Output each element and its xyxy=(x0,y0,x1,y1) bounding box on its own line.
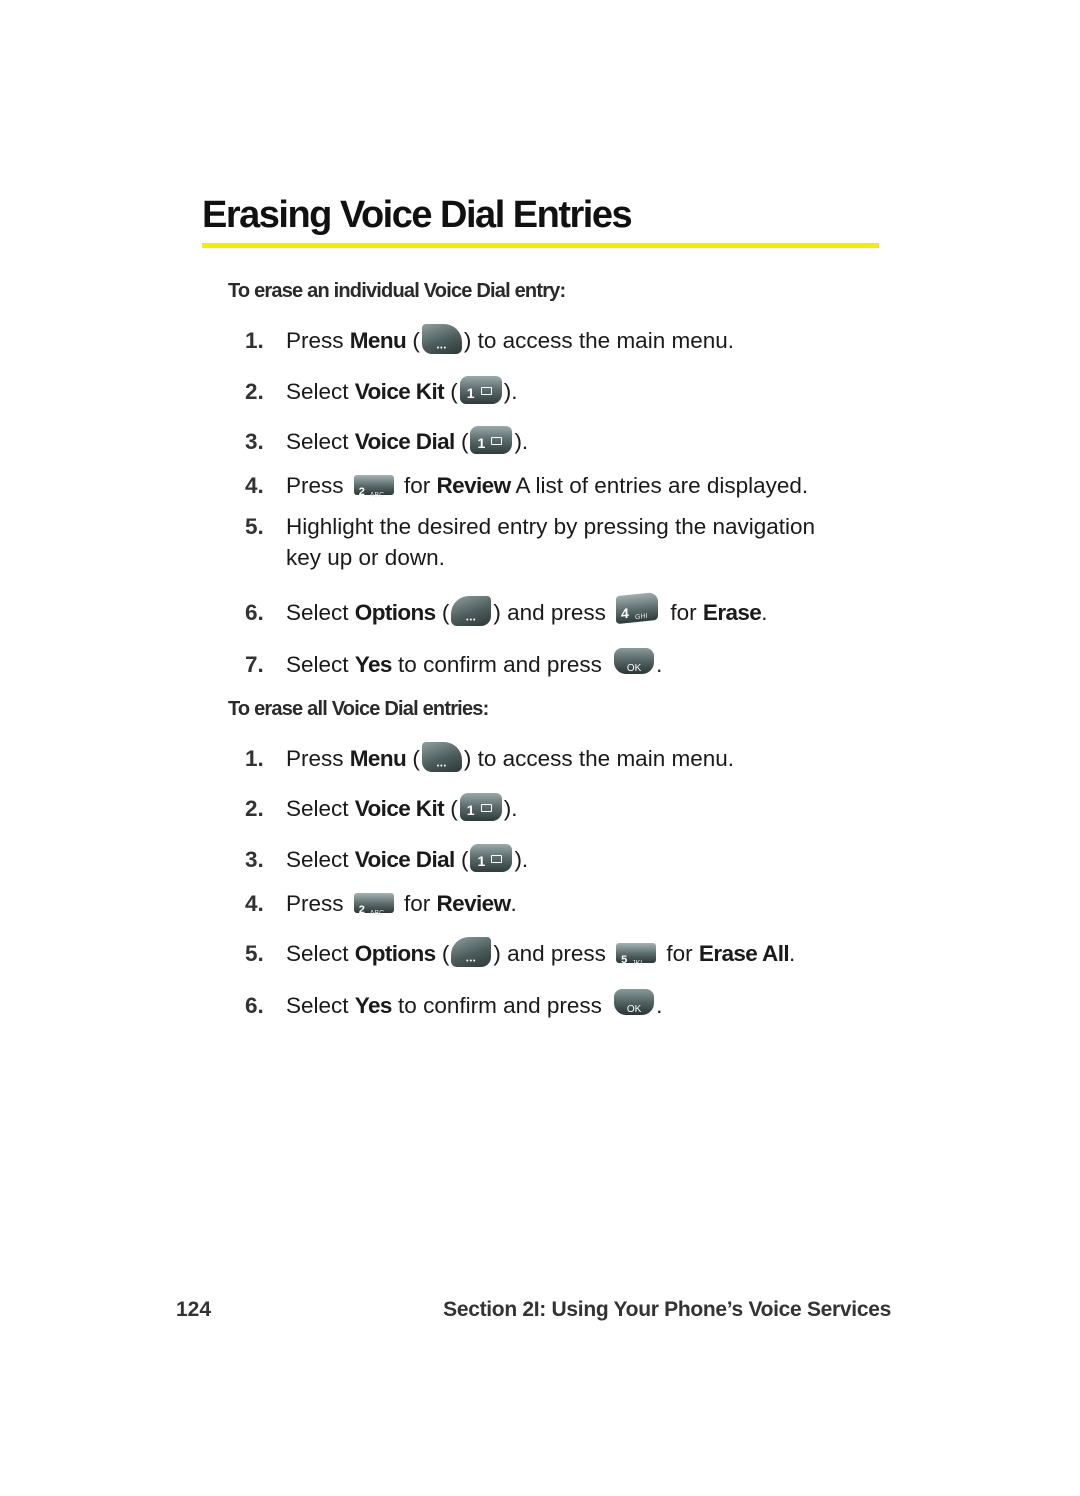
step-6-individual: 6.Select Options () and press 4GHI for E… xyxy=(245,591,768,636)
step-3-all: 3. Select Voice Dial (1). xyxy=(245,844,528,875)
step-5-individual: 5. Highlight the desired entry by pressin… xyxy=(245,514,816,570)
step-3-individual: 3. Select Voice Dial (1). xyxy=(245,426,528,457)
2abc-key-icon: 2 ABC xyxy=(353,475,394,499)
options-soft-key-icon xyxy=(451,596,492,636)
4ghi-key-icon: 4 GHI xyxy=(616,591,659,625)
menu-soft-key-icon xyxy=(421,324,462,364)
title-underline xyxy=(202,243,879,248)
envelope-icon xyxy=(491,855,503,864)
ok-key-icon: OK xyxy=(614,648,655,675)
step-1-all: 1.Press Menu () to access the main menu. xyxy=(245,742,734,782)
ok-key-icon: OK xyxy=(614,989,655,1016)
options-soft-key-icon xyxy=(451,937,492,977)
step-4-all: 4. Press 2 ABC for Review. xyxy=(245,891,517,918)
voicemail-1-key-icon: 1 xyxy=(459,793,502,822)
voicemail-1-key-icon: 1 xyxy=(470,844,513,873)
step-4-individual: 4. Press 2 ABC for Review A list of entrie… xyxy=(245,473,809,500)
step-6-all: 6. Select Yes to confirm and press OK. xyxy=(245,989,662,1021)
voicemail-1-key-icon: 1 xyxy=(470,426,513,455)
5jkl-key-icon: 5 JKL xyxy=(616,943,657,967)
step-1-individual: 1.Press Menu () to access the main menu. xyxy=(245,324,734,364)
envelope-icon xyxy=(491,437,503,446)
page-number: 124 xyxy=(176,1298,212,1321)
voicemail-1-key-icon: 1 xyxy=(459,376,502,405)
envelope-icon xyxy=(480,804,492,813)
2abc-key-icon: 2 ABC xyxy=(353,893,394,917)
section-heading-individual: To erase an individual Voice Dial entry: xyxy=(228,280,566,302)
envelope-icon xyxy=(480,387,492,396)
section-footer: Section 2I: Using Your Phone’s Voice Ser… xyxy=(443,1298,891,1321)
section-heading-all: To erase all Voice Dial entries: xyxy=(228,698,489,720)
step-2-individual: 2. Select Voice Kit (1). xyxy=(245,376,518,407)
page-title: Erasing Voice Dial Entries xyxy=(202,194,633,236)
step-5-all: 5.Select Options () and press 5JKL for E… xyxy=(245,937,795,977)
step-2-all: 2. Select Voice Kit (1). xyxy=(245,793,518,824)
menu-soft-key-icon xyxy=(421,742,462,782)
step-7-individual: 7. Select Yes to confirm and press OK. xyxy=(245,648,662,680)
